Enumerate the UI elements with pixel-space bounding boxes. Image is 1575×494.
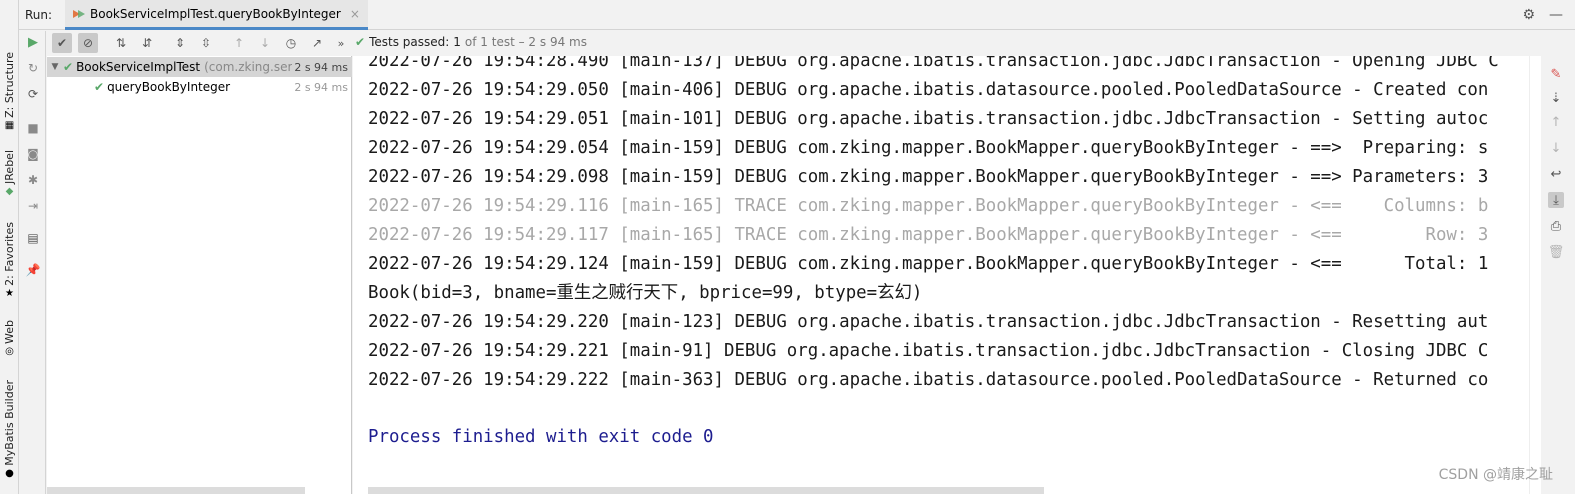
console-line: 2022-07-26 19:54:29.098 [main-159] DEBUG… — [368, 167, 1489, 187]
run-label: Run: — [25, 8, 53, 22]
console-line-output: Book(bid=3, bname=重生之贼行天下, bprice=99, bt… — [368, 283, 923, 303]
mybatis-builder-tab-label: MyBatis Builder — [3, 380, 16, 466]
web-tab[interactable]: Web ◎ — [0, 320, 19, 358]
run-tab[interactable]: BookServiceImplTest.queryBookByInteger × — [65, 0, 368, 30]
structure-tab-label: Z: Structure — [3, 52, 16, 118]
console-line: 2022-07-26 19:54:29.222 [main-363] DEBUG… — [368, 370, 1489, 390]
test-method-name: queryBookByInteger — [107, 80, 231, 94]
passed-check-icon: ✔ — [94, 80, 105, 94]
expand-arrow-icon[interactable]: ▼ — [47, 62, 63, 72]
tests-status: ✔ Tests passed: 1 of 1 test – 2 s 94 ms — [355, 35, 587, 49]
test-tree: ▼ ✔ BookServiceImplTest (com.zking.ser 2… — [47, 56, 352, 494]
run-vertical-toolbar: ▶ ↻ ⟳ ■ ◙ ✱ ⇥ ▤ 📌 — [20, 31, 46, 494]
pin-icon[interactable]: 📌 — [26, 263, 41, 277]
test-class-duration: 2 s 94 ms — [294, 60, 348, 74]
test-class-name: BookServiceImplTest — [76, 60, 201, 74]
jrebel-tab-label: JRebel — [3, 150, 16, 184]
scroll-to-end-icon[interactable]: ⇣ — [1548, 90, 1564, 106]
test-class-package: (com.zking.ser — [204, 60, 293, 74]
show-errors-pen-icon[interactable]: ✎ — [1548, 66, 1564, 82]
stop-icon[interactable]: ■ — [26, 121, 40, 135]
hide-minus-icon[interactable]: — — [1549, 7, 1563, 23]
sort-alphabetically-icon[interactable]: ⇅ — [111, 33, 131, 53]
favorites-tab[interactable]: 2: Favorites ★ — [0, 222, 19, 300]
sort-by-duration-icon[interactable]: ⇵ — [137, 33, 157, 53]
close-tab-icon[interactable]: × — [350, 7, 360, 21]
show-passed-check-icon[interactable]: ✔ — [52, 33, 72, 53]
up-arrow-icon[interactable]: ↑ — [1548, 114, 1564, 130]
previous-failed-arrow-icon[interactable]: ↑ — [229, 33, 249, 53]
rerun-play-icon[interactable]: ▶ — [26, 35, 40, 50]
left-tool-stripe: Z: Structure ▦ JRebel ◆ 2: Favorites ★ W… — [0, 0, 19, 494]
test-method-duration: 2 s 94 ms — [294, 80, 348, 94]
settings-gear-icon[interactable]: ⚙ — [1522, 7, 1535, 23]
console-line: 2022-07-26 19:54:29.054 [main-159] DEBUG… — [368, 138, 1489, 158]
console-line: 2022-07-26 19:54:29.050 [main-406] DEBUG… — [368, 80, 1489, 100]
favorites-tab-label: 2: Favorites — [3, 222, 16, 286]
console-line-trace: 2022-07-26 19:54:29.117 [main-165] TRACE… — [368, 225, 1489, 245]
star-icon: ★ — [5, 288, 14, 300]
down-arrow-icon[interactable]: ↓ — [1548, 140, 1564, 156]
console-line: 2022-07-26 19:54:29.221 [main-91] DEBUG … — [368, 341, 1489, 361]
test-method-row[interactable]: ✔ queryBookByInteger 2 s 94 ms — [47, 77, 352, 97]
web-icon: ◎ — [5, 346, 14, 358]
structure-tab[interactable]: Z: Structure ▦ — [0, 52, 19, 132]
debug-bug-icon[interactable]: ✱ — [26, 173, 40, 187]
jrebel-icon: ◆ — [5, 186, 14, 198]
expand-all-icon[interactable]: ⇕ — [170, 33, 190, 53]
console-line: 2022-07-26 19:54:29.051 [main-101] DEBUG… — [368, 109, 1489, 129]
mybatis-builder-tab[interactable]: MyBatis Builder ● — [0, 380, 19, 480]
show-ignored-icon[interactable]: ⊘ — [78, 33, 98, 53]
web-tab-label: Web — [3, 320, 16, 344]
watermark: CSDN @靖康之耻 — [1438, 467, 1553, 483]
test-results-toolbar: ✔ ⊘ ⇅ ⇵ ⇕ ⇳ ↑ ↓ ◷ ↗ » ✔ Tests passed: 1 … — [47, 31, 1575, 56]
passed-check-icon: ✔ — [63, 60, 74, 74]
console-output[interactable]: 2022-07-26 19:54:28.490 [main-137] DEBUG… — [353, 56, 1529, 494]
export-results-icon[interactable]: ↗ — [307, 33, 327, 53]
console-line: 2022-07-26 19:54:29.124 [main-159] DEBUG… — [368, 254, 1489, 274]
toggle-auto-test-icon[interactable]: ⟳ — [26, 87, 40, 101]
soft-wrap-icon[interactable]: ↩ — [1548, 166, 1564, 182]
structure-icon: ▦ — [4, 120, 15, 132]
console-right-toolbar: ✎ ⇣ ↑ ↓ ↩ ⤓ ⎙ 🗑 — [1541, 56, 1575, 494]
console-line: 2022-07-26 19:54:29.220 [main-123] DEBUG… — [368, 312, 1489, 332]
run-toolwindow-header: Run: BookServiceImplTest.queryBookByInte… — [19, 0, 1575, 30]
clear-trash-icon[interactable]: 🗑 — [1548, 244, 1565, 260]
layout-icon[interactable]: ▤ — [26, 231, 40, 245]
tests-passed-label: Tests passed: — [369, 35, 450, 49]
test-class-row[interactable]: ▼ ✔ BookServiceImplTest (com.zking.ser 2… — [47, 57, 352, 77]
process-finished-line: Process finished with exit code 0 — [368, 427, 714, 447]
tree-horizontal-scrollbar[interactable] — [47, 487, 305, 494]
rerun-failed-icon[interactable]: ↻ — [26, 61, 40, 75]
next-failed-arrow-icon[interactable]: ↓ — [255, 33, 275, 53]
console-line: 2022-07-26 19:54:28.490 [main-137] DEBUG… — [368, 56, 1499, 71]
more-chevron-icon[interactable]: » — [331, 33, 351, 53]
camera-icon[interactable]: ◙ — [26, 147, 40, 161]
history-clock-icon[interactable]: ◷ — [281, 33, 301, 53]
scroll-end-active-icon[interactable]: ⤓ — [1548, 192, 1564, 208]
console-horizontal-scrollbar[interactable] — [368, 487, 1044, 494]
test-run-config-icon — [73, 8, 85, 20]
tests-passed-count: 1 — [453, 35, 461, 49]
mybatis-icon: ● — [5, 468, 14, 480]
import-tests-icon[interactable]: ⇥ — [26, 199, 40, 213]
console-vertical-scrollbar[interactable] — [1529, 56, 1541, 494]
tests-passed-detail: of 1 test – 2 s 94 ms — [464, 35, 587, 49]
collapse-all-icon[interactable]: ⇳ — [196, 33, 216, 53]
run-tab-title: BookServiceImplTest.queryBookByInteger — [90, 6, 341, 21]
console-line-trace: 2022-07-26 19:54:29.116 [main-165] TRACE… — [368, 196, 1489, 216]
jrebel-tab[interactable]: JRebel ◆ — [0, 150, 19, 198]
passed-check-icon: ✔ — [355, 35, 366, 49]
print-icon[interactable]: ⎙ — [1548, 218, 1564, 234]
